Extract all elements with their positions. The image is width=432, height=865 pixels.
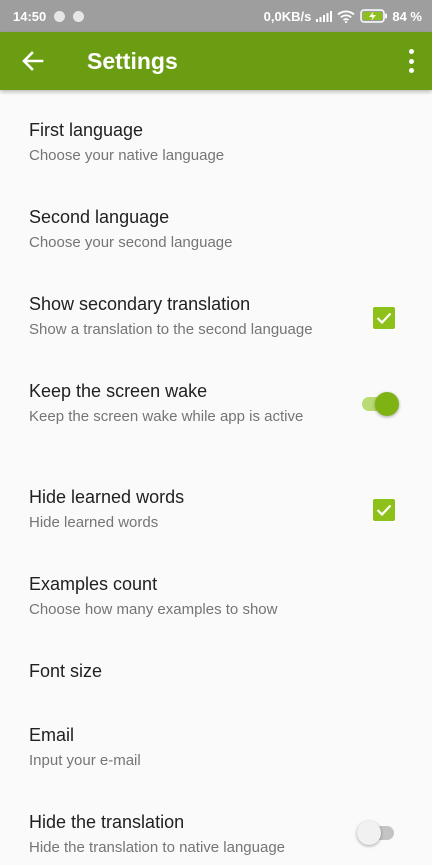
app-bar: Settings [0,32,432,90]
setting-subtitle: Hide the translation to native language [29,839,286,856]
setting-hide-learned-words[interactable]: Hide learned words Hide learned words [0,487,432,549]
setting-subtitle: Choose how many examples to show [29,601,278,618]
setting-second-language[interactable]: Second language Choose your second langu… [0,207,432,269]
back-button[interactable] [20,48,46,74]
setting-show-secondary-translation[interactable]: Show secondary translation Show a transl… [0,294,432,356]
setting-subtitle: Input your e-mail [29,752,141,769]
setting-first-language[interactable]: First language Choose your native langua… [0,120,432,182]
setting-hide-translation[interactable]: Hide the translation Hide the translatio… [0,812,432,864]
setting-title: Examples count [29,574,158,594]
show-secondary-translation-checkbox[interactable] [373,307,395,329]
setting-title: First language [29,120,144,140]
setting-title: Show secondary translation [29,294,251,314]
setting-title: Hide learned words [29,487,185,507]
setting-title: Email [29,725,75,745]
network-speed: 0,0KB/s [263,8,312,24]
notification-dot-icon [73,10,85,22]
more-vert-icon [408,58,414,64]
more-options-button[interactable] [406,49,416,73]
page-title: Settings [87,48,178,74]
more-vert-icon [408,49,414,54]
setting-subtitle: Choose your native language [29,147,225,164]
setting-examples-count[interactable]: Examples count Choose how many examples … [0,574,432,636]
cell-signal-icon [316,10,333,22]
switch-thumb [357,821,381,845]
setting-title: Hide the translation [29,812,185,832]
hide-learned-words-checkbox[interactable] [373,499,395,521]
battery-percent: 84 % [392,8,422,24]
notification-dot-icon [54,10,66,22]
setting-subtitle: Choose your second language [29,234,233,251]
setting-keep-screen-wake[interactable]: Keep the screen wake Keep the screen wak… [0,381,432,451]
hide-translation-switch[interactable] [357,820,399,846]
setting-title: Second language [29,207,170,227]
setting-subtitle: Hide learned words [29,514,159,531]
wifi-icon [337,10,355,23]
battery-charging-icon [360,9,388,23]
check-icon [376,312,392,324]
setting-email[interactable]: Email Input your e-mail [0,725,432,787]
check-icon [376,504,392,516]
setting-subtitle: Keep the screen wake while app is active [29,408,304,425]
status-time: 14:50 [13,8,47,24]
more-vert-icon [408,68,414,73]
keep-screen-wake-switch[interactable] [359,391,399,417]
setting-title: Font size [29,661,103,681]
arrow-back-icon [22,51,44,71]
switch-thumb [375,392,399,416]
setting-font-size[interactable]: Font size [0,661,432,701]
status-bar: 14:50 0,0KB/s 84 % [0,0,432,32]
setting-subtitle: Show a translation to the second languag… [29,321,313,338]
setting-title: Keep the screen wake [29,381,208,401]
